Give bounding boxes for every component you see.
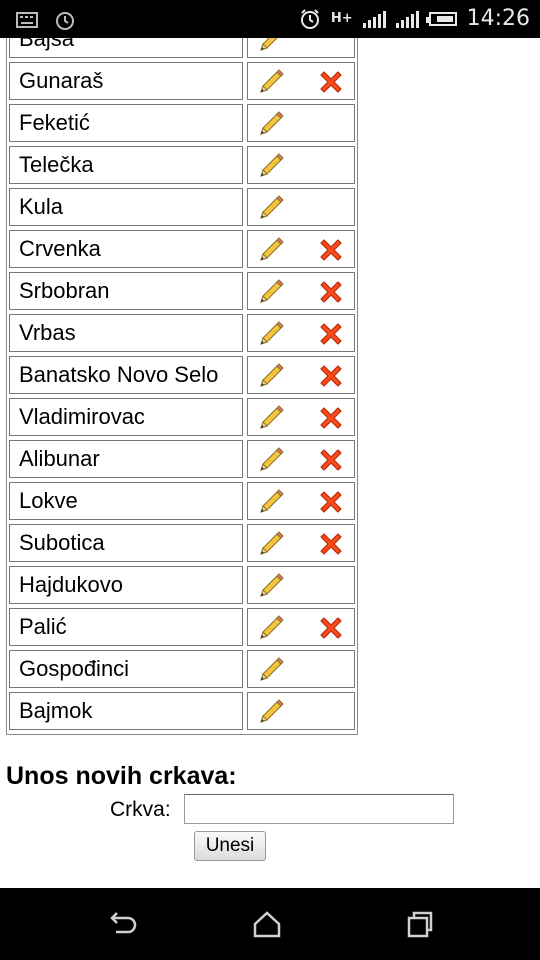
pencil-icon[interactable] <box>256 151 286 181</box>
delete-icon[interactable] <box>316 361 346 391</box>
row-actions <box>247 650 355 688</box>
delete-icon[interactable] <box>316 487 346 517</box>
row-name: Gunaraš <box>9 62 243 100</box>
table-row: Crvenka <box>9 230 355 270</box>
back-icon[interactable] <box>106 908 138 940</box>
status-time: 14:26 <box>466 6 530 31</box>
battery-icon <box>425 11 457 26</box>
delete-icon[interactable] <box>316 235 346 265</box>
submit-button[interactable]: Unesi <box>194 831 266 861</box>
row-actions <box>247 482 355 520</box>
row-actions <box>247 188 355 226</box>
row-name: Vladimirovac <box>9 398 243 436</box>
row-actions <box>247 692 355 730</box>
pencil-icon[interactable] <box>256 109 286 139</box>
page-content: Bajša Gunaraš Feketić Telečka Kula Crvenka Sr… <box>0 38 540 888</box>
pencil-icon[interactable] <box>256 571 286 601</box>
table-row: Gospođinci <box>9 650 355 690</box>
table-row: Palić <box>9 608 355 648</box>
row-name: Feketić <box>9 104 243 142</box>
table-row: Subotica <box>9 524 355 564</box>
delete-icon[interactable] <box>316 613 346 643</box>
pencil-icon[interactable] <box>256 38 286 55</box>
recent-apps-icon[interactable] <box>404 908 436 940</box>
table-row: Gunaraš <box>9 62 355 102</box>
row-name: Crvenka <box>9 230 243 268</box>
pencil-icon[interactable] <box>256 487 286 517</box>
row-name: Srbobran <box>9 272 243 310</box>
row-name: Gospođinci <box>9 650 243 688</box>
church-label: Crkva: <box>110 798 171 821</box>
row-actions <box>247 608 355 646</box>
row-actions <box>247 356 355 394</box>
table-row-partial: Bajša <box>9 38 355 60</box>
row-actions <box>247 230 355 268</box>
table-row: Lokve <box>9 482 355 522</box>
table-row: Vrbas <box>9 314 355 354</box>
pencil-icon[interactable] <box>256 529 286 559</box>
table-row: Telečka <box>9 146 355 186</box>
row-name: Hajdukovo <box>9 566 243 604</box>
row-name: Bajmok <box>9 692 243 730</box>
row-name: Banatsko Novo Selo <box>9 356 243 394</box>
table-row: Vladimirovac <box>9 398 355 438</box>
row-actions <box>247 440 355 478</box>
pencil-icon[interactable] <box>256 655 286 685</box>
table-row: Banatsko Novo Selo <box>9 356 355 396</box>
pencil-icon[interactable] <box>256 613 286 643</box>
signal-icon <box>362 10 386 28</box>
row-name: Lokve <box>9 482 243 520</box>
row-name: Palić <box>9 608 243 646</box>
pencil-icon[interactable] <box>256 697 286 727</box>
table-row: Bajmok <box>9 692 355 732</box>
table-row: Srbobran <box>9 272 355 312</box>
row-actions <box>247 272 355 310</box>
churches-table: Bajša Gunaraš Feketić Telečka Kula Crvenka Sr… <box>6 38 358 735</box>
navigation-bar <box>0 888 540 960</box>
row-actions <box>247 398 355 436</box>
row-actions <box>247 104 355 142</box>
pencil-icon[interactable] <box>256 319 286 349</box>
delete-icon[interactable] <box>316 319 346 349</box>
row-name: Subotica <box>9 524 243 562</box>
pencil-icon[interactable] <box>256 193 286 223</box>
pencil-icon[interactable] <box>256 361 286 391</box>
row-actions <box>247 524 355 562</box>
row-actions <box>247 38 355 58</box>
table-row: Hajdukovo <box>9 566 355 606</box>
home-icon[interactable] <box>251 908 283 940</box>
delete-icon[interactable] <box>316 277 346 307</box>
table-row: Kula <box>9 188 355 228</box>
table-row: Feketić <box>9 104 355 144</box>
delete-icon[interactable] <box>316 529 346 559</box>
pencil-icon[interactable] <box>256 445 286 475</box>
keyboard-icon <box>16 12 38 28</box>
row-actions <box>247 566 355 604</box>
pencil-icon[interactable] <box>256 67 286 97</box>
row-name: Alibunar <box>9 440 243 478</box>
row-name: Bajša <box>9 38 243 58</box>
status-bar: H+ 14:26 <box>0 0 540 38</box>
row-actions <box>247 314 355 352</box>
alarm-icon <box>300 8 319 29</box>
pencil-icon[interactable] <box>256 235 286 265</box>
form-title: Unos novih crkava: <box>6 762 237 790</box>
church-input[interactable] <box>184 794 454 824</box>
network-type: H+ <box>330 11 353 26</box>
table-row: Alibunar <box>9 440 355 480</box>
clock-icon <box>56 12 74 30</box>
row-name: Telečka <box>9 146 243 184</box>
row-actions <box>247 146 355 184</box>
row-actions <box>247 62 355 100</box>
row-name: Kula <box>9 188 243 226</box>
delete-icon[interactable] <box>316 67 346 97</box>
pencil-icon[interactable] <box>256 403 286 433</box>
row-name: Vrbas <box>9 314 243 352</box>
delete-icon[interactable] <box>316 403 346 433</box>
pencil-icon[interactable] <box>256 277 286 307</box>
signal-icon-secondary <box>395 10 419 28</box>
delete-icon[interactable] <box>316 445 346 475</box>
